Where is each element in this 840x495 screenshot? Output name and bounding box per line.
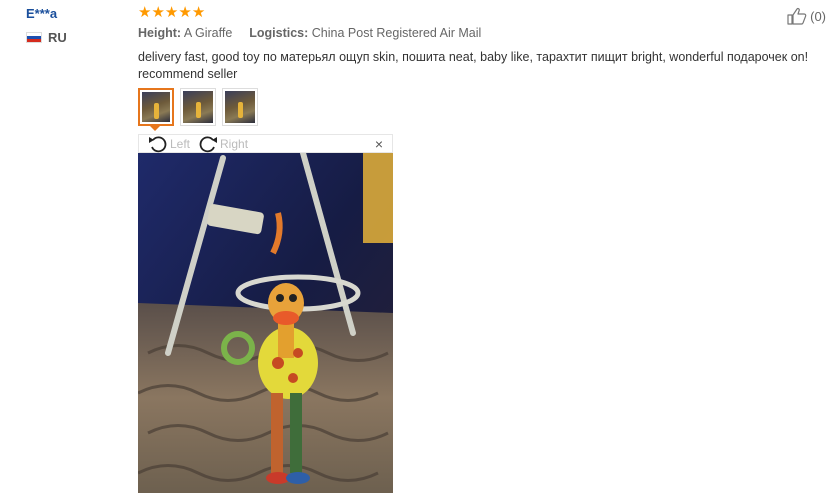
star-icon: ★ xyxy=(164,4,179,21)
country-code: RU xyxy=(48,30,67,45)
reviewer-info: E***a xyxy=(26,6,57,21)
close-icon[interactable]: × xyxy=(375,136,383,152)
photo-thumbnail[interactable] xyxy=(180,88,216,126)
russia-flag-icon xyxy=(26,32,42,43)
review-body: ★ ★ ★ ★ ★ Height: A Giraffe Logistics: C… xyxy=(138,4,828,83)
review-photo-image xyxy=(138,153,393,493)
photo-thumbnail[interactable] xyxy=(222,88,258,126)
selected-thumbnail-pointer xyxy=(150,126,160,131)
helpful-button[interactable]: (0) xyxy=(787,7,826,25)
height-value: A Giraffe xyxy=(183,26,233,40)
photo-viewer-toolbar: Left Right × xyxy=(138,134,393,153)
star-icon: ★ xyxy=(138,4,152,21)
rotate-left-button[interactable]: Left xyxy=(148,135,190,153)
thumbs-up-icon[interactable] xyxy=(787,7,807,25)
rotate-left-icon xyxy=(149,135,167,152)
review-photo xyxy=(138,153,393,493)
logistics-label: Logistics: xyxy=(249,26,309,40)
review-photo-thumbnails xyxy=(138,88,258,126)
rotate-right-button[interactable]: Right xyxy=(198,135,248,153)
star-rating: ★ ★ ★ ★ ★ xyxy=(138,4,828,21)
reviewer-country: RU xyxy=(26,30,67,45)
order-info: Height: A Giraffe Logistics: China Post … xyxy=(138,26,828,40)
photo-thumbnail[interactable] xyxy=(138,88,174,126)
review-text: delivery fast, good toy по матерьял ощуп… xyxy=(138,50,809,81)
reviewer-name[interactable]: E***a xyxy=(26,6,57,21)
rotate-left-label: Left xyxy=(170,136,191,151)
height-label: Height: xyxy=(138,26,182,40)
helpful-count: (0) xyxy=(810,8,826,24)
star-icon: ★ xyxy=(191,4,206,21)
logistics-value: China Post Registered Air Mail xyxy=(311,26,482,40)
rotate-right-label: Right xyxy=(220,136,249,151)
star-icon: ★ xyxy=(178,4,192,21)
star-icon: ★ xyxy=(151,4,165,21)
rotate-right-icon xyxy=(199,135,218,152)
